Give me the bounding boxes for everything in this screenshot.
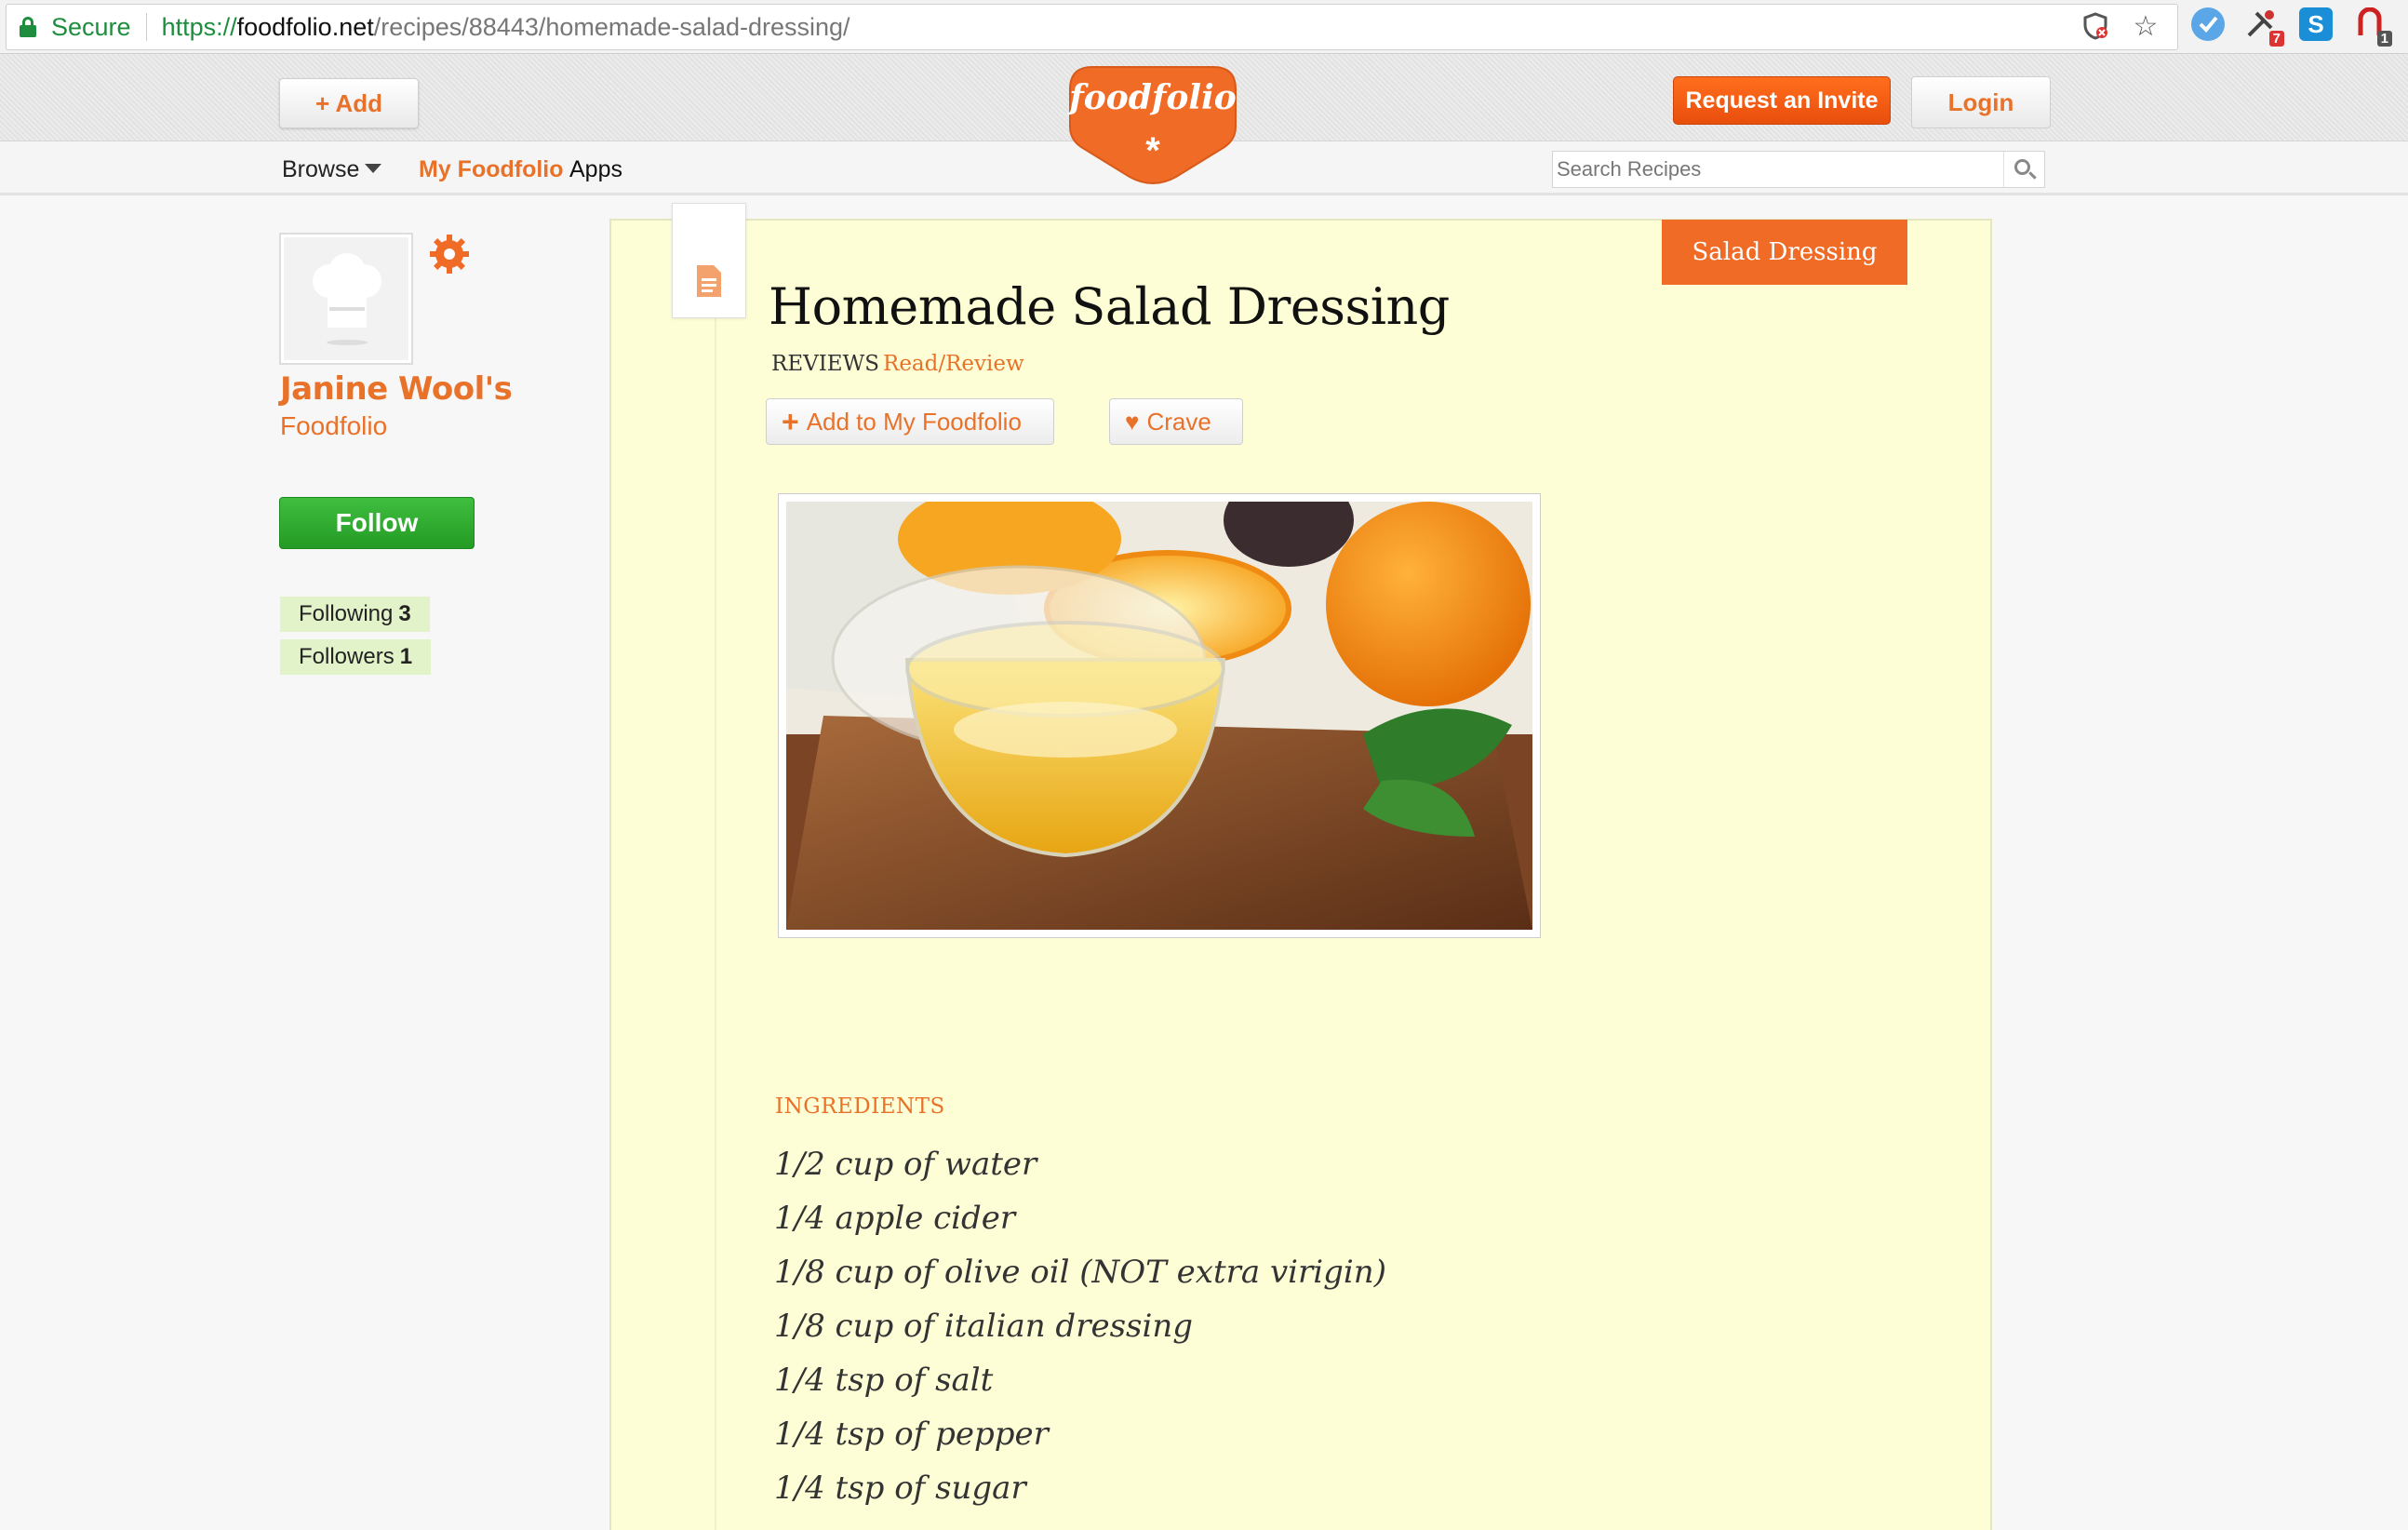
ingredients-heading: INGREDIENTS [775, 1094, 945, 1119]
category-tag[interactable]: Salad Dressing [1662, 220, 1907, 285]
document-tab[interactable] [672, 203, 746, 318]
ingredients-list: 1/2 cup of water 1/4 apple cider 1/8 cup… [774, 1137, 1386, 1515]
document-icon [697, 265, 721, 297]
followers-label: Followers [299, 644, 395, 669]
reviews-row: REVIEWS Read/Review [771, 352, 1024, 376]
browser-toolbar: Secure https://foodfolio.net/recipes/884… [0, 0, 2408, 54]
login-button[interactable]: Login [1911, 76, 2051, 128]
add-to-foodfolio-label: Add to My Foodfolio [806, 408, 1022, 436]
gear-icon [428, 233, 471, 275]
profile-name[interactable]: Janine Wool's [280, 370, 513, 408]
avatar[interactable] [279, 233, 413, 365]
extension-red-icon[interactable]: 1 [2353, 7, 2392, 47]
extension-badge: 7 [2268, 31, 2284, 47]
search-box [1552, 151, 2045, 188]
extension-badge: 1 [2376, 31, 2392, 47]
apps-link[interactable]: Apps [569, 156, 622, 183]
my-foodfolio-link[interactable]: My Foodfolio [419, 156, 564, 183]
crave-label: Crave [1146, 408, 1211, 436]
ingredient-item: 1/8 cup of italian dressing [774, 1308, 1194, 1345]
heart-icon: ♥ [1125, 408, 1140, 436]
ingredient-item: 1/4 tsp of sugar [774, 1470, 1026, 1507]
profile-subtitle[interactable]: Foodfolio [280, 411, 387, 441]
extension-check-icon[interactable] [2191, 7, 2225, 41]
ingredient-item: 1/4 tsp of pepper [774, 1416, 1049, 1453]
shield-blocked-icon[interactable] [2080, 12, 2110, 42]
ingredient-item: 1/2 cup of water [774, 1146, 1037, 1183]
followers-stat[interactable]: Followers 1 [280, 639, 432, 675]
extension-s-icon[interactable]: S [2299, 7, 2333, 41]
ingredient-item: 1/8 cup of olive oil (NOT extra virigin) [774, 1254, 1386, 1291]
logo-asterisk-icon: * [1145, 130, 1160, 171]
extension-tools-icon[interactable]: 7 [2245, 7, 2284, 47]
reviews-label: REVIEWS [771, 352, 879, 376]
lock-icon [20, 17, 36, 37]
caret-down-icon [365, 164, 382, 173]
url-path: /recipes/88443/homemade-salad-dressing/ [373, 12, 850, 41]
secure-label: Secure [51, 12, 131, 41]
add-button[interactable]: + Add [279, 78, 419, 128]
crave-button[interactable]: ♥ Crave [1109, 398, 1243, 445]
recipe-photo [778, 493, 1541, 938]
plus-icon: + [782, 405, 799, 438]
recipe-title: Homemade Salad Dressing [769, 277, 1450, 336]
read-review-link[interactable]: Read/Review [883, 352, 1024, 376]
search-icon[interactable] [2003, 152, 2044, 187]
bookmark-star-icon[interactable]: ☆ [2131, 12, 2161, 42]
ingredient-item: 1/4 apple cider [774, 1200, 1016, 1237]
following-count: 3 [398, 601, 411, 626]
logo-text: foodfolio [1069, 78, 1237, 117]
following-label: Following [299, 601, 394, 626]
foodfolio-logo[interactable]: foodfolio * [1064, 61, 1241, 186]
add-to-foodfolio-button[interactable]: + Add to My Foodfolio [766, 398, 1054, 445]
url-host: foodfolio.net [236, 12, 374, 41]
browse-menu[interactable]: Browse [282, 156, 382, 183]
url-protocol: https:// [161, 12, 237, 41]
following-stat[interactable]: Following 3 [280, 597, 430, 632]
ingredient-item: 1/4 tsp of salt [774, 1362, 994, 1399]
request-invite-button[interactable]: Request an Invite [1673, 76, 1891, 125]
address-bar[interactable]: Secure https://foodfolio.net/recipes/884… [6, 4, 2178, 50]
search-input[interactable] [1553, 152, 2003, 187]
browse-label: Browse [282, 156, 360, 182]
followers-count: 1 [399, 644, 413, 669]
follow-button[interactable]: Follow [279, 497, 475, 549]
